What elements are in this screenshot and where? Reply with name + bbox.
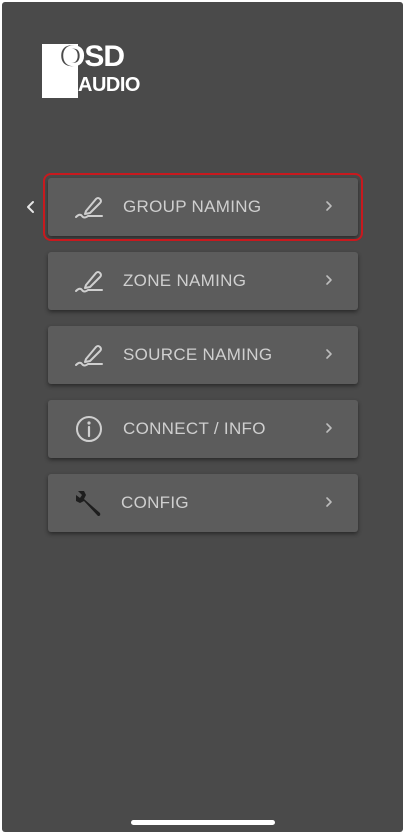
logo-osd-text: OSD — [62, 40, 125, 73]
source-naming-label: SOURCE NAMING — [123, 345, 273, 364]
zone-naming-label: ZONE NAMING — [123, 271, 247, 290]
chevron-right-icon — [324, 198, 334, 214]
source-naming-button[interactable]: SOURCE NAMING — [48, 326, 358, 384]
osd-audio-logo: OSD AUDIO — [42, 40, 142, 98]
config-label: CONFIG — [121, 493, 189, 512]
chevron-right-icon — [324, 346, 334, 362]
settings-menu: GROUP NAMING ZONE NAMING SOURCE NAMING C… — [43, 173, 363, 548]
chevron-left-icon[interactable] — [24, 197, 38, 217]
chevron-right-icon — [324, 420, 334, 436]
app-screen: OSD AUDIO GROUP NAMING ZONE NAMING SOURC… — [2, 2, 403, 832]
pencil-icon — [72, 339, 106, 371]
zone-naming-button[interactable]: ZONE NAMING — [48, 252, 358, 310]
group-naming-label: GROUP NAMING — [123, 197, 262, 216]
chevron-right-icon — [324, 272, 334, 288]
wrench-icon — [72, 487, 106, 519]
pencil-icon — [72, 191, 106, 223]
group-naming-button[interactable]: GROUP NAMING — [43, 173, 363, 241]
logo-audio-text: AUDIO — [78, 74, 140, 96]
config-button[interactable]: CONFIG — [48, 474, 358, 532]
connect-info-button[interactable]: CONNECT / INFO — [48, 400, 358, 458]
connect-info-label: CONNECT / INFO — [123, 419, 266, 438]
pencil-icon — [72, 265, 106, 297]
info-icon — [72, 413, 106, 445]
home-indicator[interactable] — [131, 820, 275, 825]
chevron-right-icon — [324, 494, 334, 510]
